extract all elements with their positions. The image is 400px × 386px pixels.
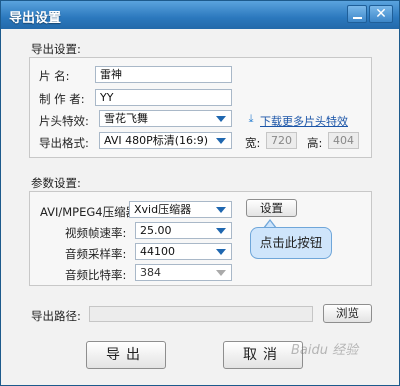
export-settings-dialog: 导出设置 ✕ 导出设置: 片 名: 雷神 制 作 者: YY 片头特效: 雪花飞… [0,0,400,386]
close-button[interactable]: ✕ [369,5,393,23]
intro-effect-label: 片头特效: [39,114,89,128]
name-label: 片 名: [39,69,70,83]
samplerate-label: 音频采样率: [65,247,127,261]
width-field: 720 [266,132,297,149]
export-settings-heading: 导出设置: [31,42,81,56]
intro-effect-value: 雪花飞舞 [104,112,148,125]
chevron-down-icon [216,270,226,276]
browse-button[interactable]: 浏览 [323,304,372,323]
intro-effect-select[interactable]: 雪花飞舞 [99,110,232,127]
encoder-select[interactable]: Xvid压缩器 [129,201,232,218]
framerate-label: 视频帧速率: [65,226,127,240]
export-button[interactable]: 导出 [86,341,166,369]
params-heading: 参数设置: [31,176,81,190]
hint-callout: 点击此按钮 [250,227,332,259]
export-path-label: 导出路径: [31,309,81,323]
author-field[interactable]: YY [95,89,232,106]
watermark: Baidu 经验 [291,343,359,358]
height-label: 高: [307,136,323,150]
format-label: 导出格式: [39,136,89,150]
chevron-down-icon [216,228,226,234]
settings-button[interactable]: 设置 [246,199,297,217]
encoder-value: Xvid压缩器 [134,203,192,216]
chevron-down-icon [216,207,226,213]
download-icon: ⤓ [248,112,254,125]
bitrate-select[interactable]: 384 [135,264,232,281]
format-value: AVI 480P标清(16:9) [104,134,209,147]
author-label: 制 作 者: [39,92,85,106]
width-label: 宽: [245,136,261,150]
download-more-effects-link[interactable]: 下载更多片头特效 [260,113,348,129]
close-icon: ✕ [375,6,387,22]
framerate-select[interactable]: 25.00 [135,222,232,239]
samplerate-select[interactable]: 44100 [135,243,232,260]
window-title: 导出设置 [9,11,62,26]
title-bar[interactable]: 导出设置 ✕ [1,1,399,29]
export-path-field[interactable] [89,306,313,322]
minimize-button[interactable] [347,5,367,23]
chevron-down-icon [216,249,226,255]
samplerate-value: 44100 [140,245,175,258]
name-field[interactable]: 雷神 [95,66,232,83]
encoder-label: AVI/MPEG4压缩器: [40,205,141,219]
chevron-down-icon [216,138,226,144]
bitrate-value: 384 [140,266,161,279]
height-field: 404 [328,132,359,149]
bitrate-label: 音频比特率: [65,268,127,282]
chevron-down-icon [216,116,226,122]
format-select[interactable]: AVI 480P标清(16:9) [99,132,232,149]
minimize-icon [353,17,362,19]
framerate-value: 25.00 [140,224,172,237]
